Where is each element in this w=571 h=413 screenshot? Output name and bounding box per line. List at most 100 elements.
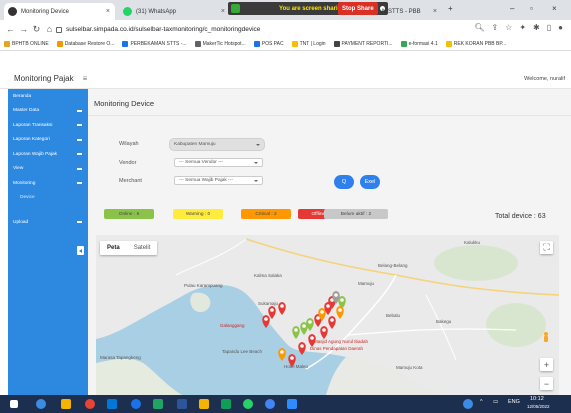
bookmark-item[interactable]: MakerTic Hotspot... (194, 41, 246, 47)
app-icon[interactable] (221, 399, 231, 409)
tray-app-icon[interactable] (463, 399, 473, 409)
tab-whatsapp[interactable]: (31) WhatsApp × (119, 3, 230, 20)
welcome-user-menu[interactable]: Welcome, nuralif (524, 76, 565, 82)
sidebar-item-monitoring[interactable]: Monitoring (8, 176, 88, 191)
bookmark-item[interactable]: e-formasi 4.1 (400, 41, 438, 47)
stop-share-button[interactable]: Stop Share (338, 2, 378, 15)
reload-icon[interactable]: ↻ (30, 24, 43, 35)
map-label: Marasa Tapangkeng (100, 355, 141, 360)
excel-icon[interactable] (153, 399, 163, 409)
sidebar-item-upload[interactable]: Upload (8, 215, 88, 230)
sidebar-collapse-button[interactable] (77, 246, 84, 255)
tray-chevron-icon[interactable]: ^ (480, 399, 483, 405)
map-marker-offline[interactable] (262, 315, 270, 328)
bookmark-item[interactable]: PERBEKAMAN STTS -... (122, 41, 187, 47)
bookmark-item[interactable]: Database Restore O... (56, 41, 114, 47)
close-icon[interactable]: × (221, 8, 225, 15)
whatsapp-taskbar-icon[interactable] (243, 399, 253, 409)
sidebar-item-master-data[interactable]: Master Data (8, 104, 88, 119)
tab-stts-pbb[interactable]: N STTS - PBB × (378, 3, 442, 20)
bookmark-item[interactable]: PAYMENT REPORTI... (333, 41, 393, 47)
bookmark-icon (194, 41, 201, 47)
collapse-caret-icon (77, 167, 82, 170)
zoom-icon[interactable]: 🔍︎ (474, 23, 484, 32)
browser-toolbar: ← → ↻ ⌂ sulselbar.simpada.co.id/sulselba… (0, 20, 571, 38)
language-indicator[interactable]: ENG (508, 399, 520, 405)
share-page-icon[interactable]: ⇪ (491, 23, 498, 32)
bookmark-item[interactable]: BPHTB ONLINE (4, 41, 49, 47)
windows-start-icon[interactable] (10, 400, 18, 408)
bookmark-icon (291, 41, 298, 47)
wilayah-label: Wilayah (119, 141, 139, 147)
file-explorer-icon[interactable] (61, 399, 71, 409)
tab-monitoring-device[interactable]: Monitoring Device × (4, 3, 115, 20)
zoom-in-button[interactable]: + (540, 358, 553, 371)
bookmark-item[interactable]: REK KORAN PBB BP... (445, 41, 506, 47)
chrome-tab-icon (8, 7, 17, 16)
vendor-select[interactable]: --- Semua Vendor --- (174, 158, 263, 167)
new-tab-button[interactable]: + (448, 4, 453, 13)
collapse-caret-icon (77, 138, 82, 141)
map-tab-peta[interactable]: Peta (100, 241, 127, 255)
word-icon[interactable] (177, 399, 187, 409)
map-tab-satelit[interactable]: Satelit (127, 241, 158, 255)
map-view[interactable]: Kalukku Belang-Belang Pulau Karampuang K… (96, 235, 559, 395)
sidebar-item-laporan-wajib-pajak[interactable]: Laporan Wajib Pajak (8, 147, 88, 162)
pegman-icon[interactable] (542, 332, 550, 344)
land-area (96, 358, 182, 395)
edge-icon[interactable] (107, 399, 117, 409)
close-icon[interactable]: × (433, 8, 437, 15)
chrome-taskbar-icon[interactable] (265, 399, 275, 409)
sidepanel-icon[interactable]: ▯ (547, 23, 551, 32)
zoom-app-icon[interactable] (287, 399, 297, 409)
sidebar-item-view[interactable]: View (8, 162, 88, 177)
sidebar-item-device[interactable]: Device (8, 191, 88, 206)
merchant-label: Merchant (119, 178, 142, 184)
merchant-select[interactable]: --- Semua Wajib Pajak --- (174, 176, 263, 185)
status-badge-critical[interactable]: Critical : 2 (241, 209, 291, 219)
clock-time[interactable]: 10:12 (530, 396, 544, 402)
forward-icon[interactable]: → (17, 24, 30, 34)
window-close-icon[interactable]: × (552, 4, 557, 13)
keyboard-icon[interactable]: ▭ (493, 399, 498, 405)
chevron-down-icon (254, 161, 258, 164)
maximize-icon[interactable]: ▫ (530, 4, 533, 13)
lock-icon (56, 26, 62, 33)
home-icon[interactable]: ⌂ (43, 24, 56, 34)
browser-tab-strip: Monitoring Device × (31) WhatsApp × You … (0, 0, 571, 20)
map-marker-critical[interactable] (278, 348, 286, 361)
app-brand[interactable]: Monitoring Pajak (14, 74, 74, 83)
close-icon[interactable]: × (106, 8, 110, 15)
fullscreen-button[interactable]: ⛶ (540, 241, 553, 254)
hamburger-menu-icon[interactable]: ≡ (83, 74, 88, 83)
map-label: Belang-Belang (378, 263, 408, 268)
back-icon[interactable]: ← (4, 24, 17, 34)
excel-export-button[interactable]: Exel (360, 175, 380, 189)
chrome-icon[interactable] (85, 399, 95, 409)
folder-icon[interactable] (199, 399, 209, 409)
minimize-icon[interactable]: – (510, 4, 514, 13)
bookmark-item[interactable]: TNT | Login (291, 41, 326, 47)
wilayah-select[interactable]: Kabupaten Mamuju (169, 138, 265, 151)
collapse-caret-icon (77, 109, 82, 112)
star-icon[interactable]: ☆ (505, 23, 512, 32)
puzzle-icon[interactable]: ✱ (533, 23, 540, 32)
status-badge-online[interactable]: Online : 6 (104, 209, 154, 219)
profile-icon[interactable]: ● (558, 23, 563, 32)
collapse-caret-icon (77, 153, 82, 156)
clock-date[interactable]: 12/05/2022 (527, 404, 550, 409)
search-taskbar-icon[interactable] (36, 399, 46, 409)
address-bar[interactable]: sulselbar.simpada.co.id/sulselbar-taxmon… (56, 23, 451, 36)
browser-app-icon[interactable] (131, 399, 141, 409)
map-marker-offline[interactable] (298, 342, 306, 355)
search-button[interactable]: Q (334, 175, 354, 189)
sidebar-item-beranda[interactable]: Beranda (8, 89, 88, 104)
bookmark-item[interactable]: POS PAC (253, 41, 284, 47)
sidebar-item-laporan-kategori[interactable]: Laporan Kategori (8, 133, 88, 148)
status-badge-warning[interactable]: Warning : 0 (173, 209, 223, 219)
zoom-out-button[interactable]: − (540, 377, 553, 390)
extension-icon[interactable]: ✦ (519, 23, 526, 32)
sidebar-item-laporan-transaksi[interactable]: Laporan Transaksi (8, 118, 88, 133)
collapse-caret-icon (77, 124, 82, 127)
status-badge-belum-aktif[interactable]: Belum aktif : 2 (324, 209, 388, 219)
